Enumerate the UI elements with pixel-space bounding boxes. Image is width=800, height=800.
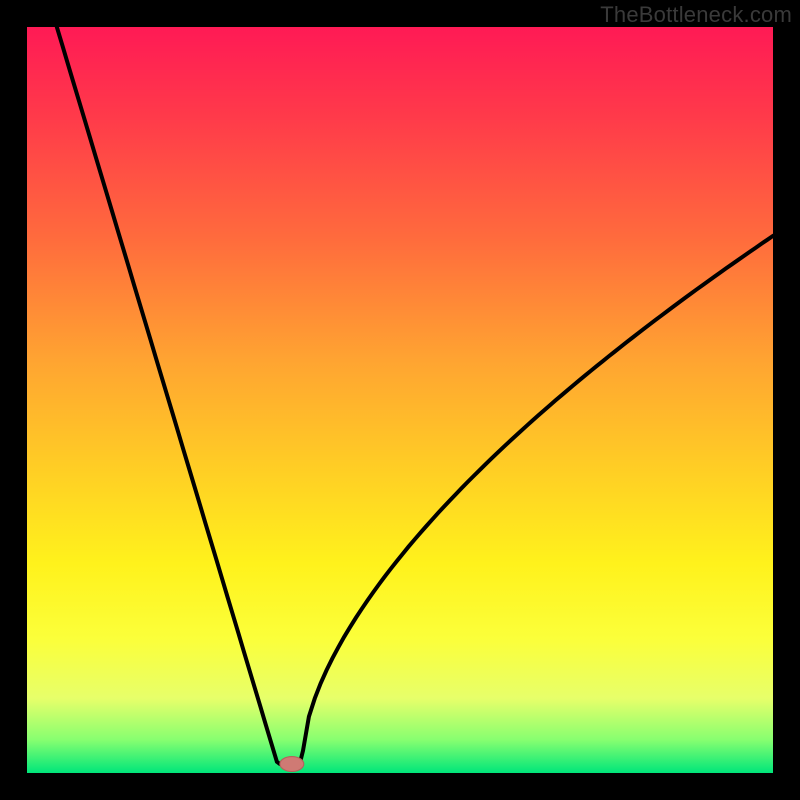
plot-background <box>27 27 773 773</box>
chart-frame: TheBottleneck.com <box>0 0 800 800</box>
minimum-marker <box>280 757 304 772</box>
watermark-text: TheBottleneck.com <box>600 2 792 28</box>
bottleneck-chart <box>27 27 773 773</box>
